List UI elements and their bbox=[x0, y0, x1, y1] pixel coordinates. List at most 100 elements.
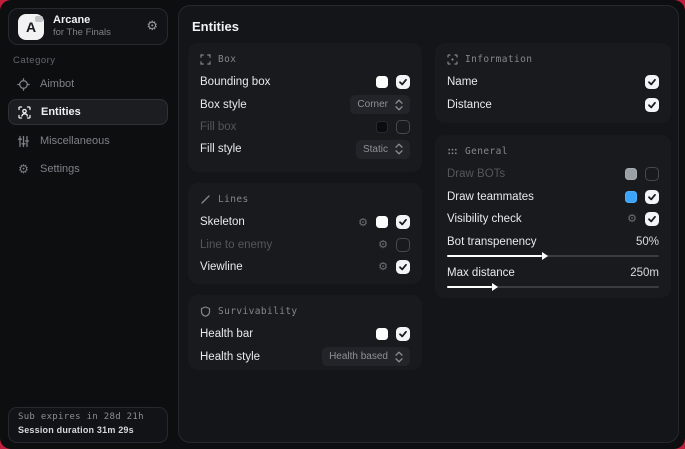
row-viewline: Viewline ⚙ bbox=[200, 256, 410, 278]
subscription-status: Sub expires in 28d 21h Session duration … bbox=[8, 407, 168, 443]
avatar-badge bbox=[35, 16, 43, 22]
row-health-bar: Health bar bbox=[200, 323, 410, 345]
page-title: Entities bbox=[192, 19, 239, 34]
sidebar-item-label: Aimbot bbox=[40, 78, 74, 90]
information-card: Information Name Distance bbox=[435, 43, 671, 123]
information-card-title: Information bbox=[465, 54, 532, 65]
checkmark-icon bbox=[398, 77, 408, 87]
sub-expiry-text: Sub expires in 28d 21h bbox=[18, 412, 158, 422]
box-style-dropdown[interactable]: Corner bbox=[350, 95, 410, 114]
checkbox[interactable] bbox=[645, 75, 659, 89]
row-label: Line to enemy bbox=[200, 239, 272, 251]
general-card-header: General bbox=[447, 146, 659, 157]
general-card: General Draw BOTs Draw teammates bbox=[435, 135, 671, 298]
row-label: Visibility check bbox=[447, 213, 522, 225]
session-duration-text: Session duration 31m 29s bbox=[18, 425, 158, 435]
box-card: Box Bounding box Box style Corner bbox=[188, 43, 422, 172]
row-label: Name bbox=[447, 76, 478, 88]
sidebar-item-label: Entities bbox=[41, 106, 81, 118]
checkbox[interactable] bbox=[396, 260, 410, 274]
sidebar-item-label: Settings bbox=[40, 163, 80, 175]
max-distance-slider[interactable] bbox=[447, 286, 659, 288]
sidebar-item-miscellaneous[interactable]: Miscellaneous bbox=[8, 128, 168, 154]
checkbox[interactable] bbox=[396, 215, 410, 229]
row-label: Bounding box bbox=[200, 76, 270, 88]
dropdown-value: Static bbox=[363, 144, 388, 155]
row-max-distance: Max distance 250m bbox=[447, 263, 659, 282]
account-header: A Arcane for The Finals ⚙ bbox=[8, 8, 168, 45]
crosshair-icon bbox=[17, 78, 30, 91]
color-swatch[interactable] bbox=[376, 216, 388, 228]
row-label: Distance bbox=[447, 99, 492, 111]
dropdown-value: Corner bbox=[357, 99, 388, 110]
color-swatch[interactable] bbox=[376, 121, 388, 133]
color-swatch[interactable] bbox=[625, 168, 637, 180]
box-card-title: Box bbox=[218, 54, 236, 65]
color-swatch[interactable] bbox=[376, 328, 388, 340]
gear-icon[interactable]: ⚙ bbox=[378, 239, 388, 250]
sidebar-item-settings[interactable]: ⚙ Settings bbox=[8, 156, 168, 182]
fill-style-dropdown[interactable]: Static bbox=[356, 140, 410, 159]
row-draw-bots: Draw BOTs bbox=[447, 163, 659, 185]
checkbox[interactable] bbox=[645, 190, 659, 204]
row-distance: Distance bbox=[447, 93, 659, 115]
row-name: Name bbox=[447, 71, 659, 93]
survivability-card: Survivability Health bar Health style He… bbox=[188, 295, 422, 370]
dropdown-value: Health based bbox=[329, 351, 388, 362]
gear-icon[interactable]: ⚙ bbox=[627, 213, 637, 224]
checkbox[interactable] bbox=[396, 238, 410, 252]
lines-card-title: Lines bbox=[218, 194, 249, 205]
slider-value: 50% bbox=[636, 236, 659, 248]
checkbox[interactable] bbox=[396, 120, 410, 134]
row-fill-style: Fill style Static bbox=[200, 138, 410, 160]
slider-thumb[interactable] bbox=[492, 283, 498, 291]
grid-dots-icon bbox=[447, 146, 458, 157]
shield-icon bbox=[200, 306, 211, 317]
information-card-header: Information bbox=[447, 54, 659, 65]
color-swatch[interactable] bbox=[376, 76, 388, 88]
chevron-up-down-icon bbox=[395, 143, 403, 155]
color-swatch[interactable] bbox=[625, 191, 637, 203]
checkbox[interactable] bbox=[645, 98, 659, 112]
slider-thumb[interactable] bbox=[542, 252, 548, 260]
category-label: Category bbox=[13, 55, 56, 66]
checkmark-icon bbox=[398, 262, 408, 272]
checkmark-icon bbox=[647, 100, 657, 110]
sliders-icon bbox=[17, 135, 30, 148]
chevron-up-down-icon bbox=[395, 351, 403, 363]
checkbox[interactable] bbox=[645, 212, 659, 226]
row-visibility-check: Visibility check ⚙ bbox=[447, 208, 659, 230]
avatar: A bbox=[18, 14, 44, 40]
row-label: Draw teammates bbox=[447, 191, 534, 203]
entity-scan-icon bbox=[18, 106, 31, 119]
survivability-card-title: Survivability bbox=[218, 306, 298, 317]
sidebar-item-aimbot[interactable]: Aimbot bbox=[8, 71, 168, 97]
checkbox[interactable] bbox=[396, 327, 410, 341]
sidebar-item-entities[interactable]: Entities bbox=[8, 99, 168, 125]
bot-transpenency-slider[interactable] bbox=[447, 255, 659, 257]
checkmark-icon bbox=[647, 214, 657, 224]
desktop-backdrop: A Arcane for The Finals ⚙ Category Aimbo… bbox=[0, 0, 685, 449]
row-draw-teammates: Draw teammates bbox=[447, 185, 659, 207]
account-settings-icon[interactable]: ⚙ bbox=[146, 20, 158, 33]
gear-icon[interactable]: ⚙ bbox=[358, 217, 368, 228]
row-label: Fill box bbox=[200, 121, 236, 133]
app-window: A Arcane for The Finals ⚙ Category Aimbo… bbox=[0, 0, 685, 449]
health-style-dropdown[interactable]: Health based bbox=[322, 347, 410, 366]
general-card-title: General bbox=[465, 146, 508, 157]
checkbox[interactable] bbox=[396, 75, 410, 89]
sidebar: A Arcane for The Finals ⚙ Category Aimbo… bbox=[0, 0, 177, 449]
app-subtitle: for The Finals bbox=[53, 28, 146, 38]
gear-icon[interactable]: ⚙ bbox=[378, 261, 388, 272]
checkbox[interactable] bbox=[645, 167, 659, 181]
main-panel: Entities Box Bounding box B bbox=[178, 5, 679, 443]
row-label: Health bar bbox=[200, 328, 253, 340]
row-skeleton: Skeleton ⚙ bbox=[200, 211, 410, 233]
row-label: Skeleton bbox=[200, 216, 245, 228]
row-line-to-enemy: Line to enemy ⚙ bbox=[200, 233, 410, 255]
row-box-style: Box style Corner bbox=[200, 93, 410, 115]
checkmark-icon bbox=[647, 192, 657, 202]
row-bounding-box: Bounding box bbox=[200, 71, 410, 93]
row-label: Viewline bbox=[200, 261, 243, 273]
chevron-up-down-icon bbox=[395, 99, 403, 111]
